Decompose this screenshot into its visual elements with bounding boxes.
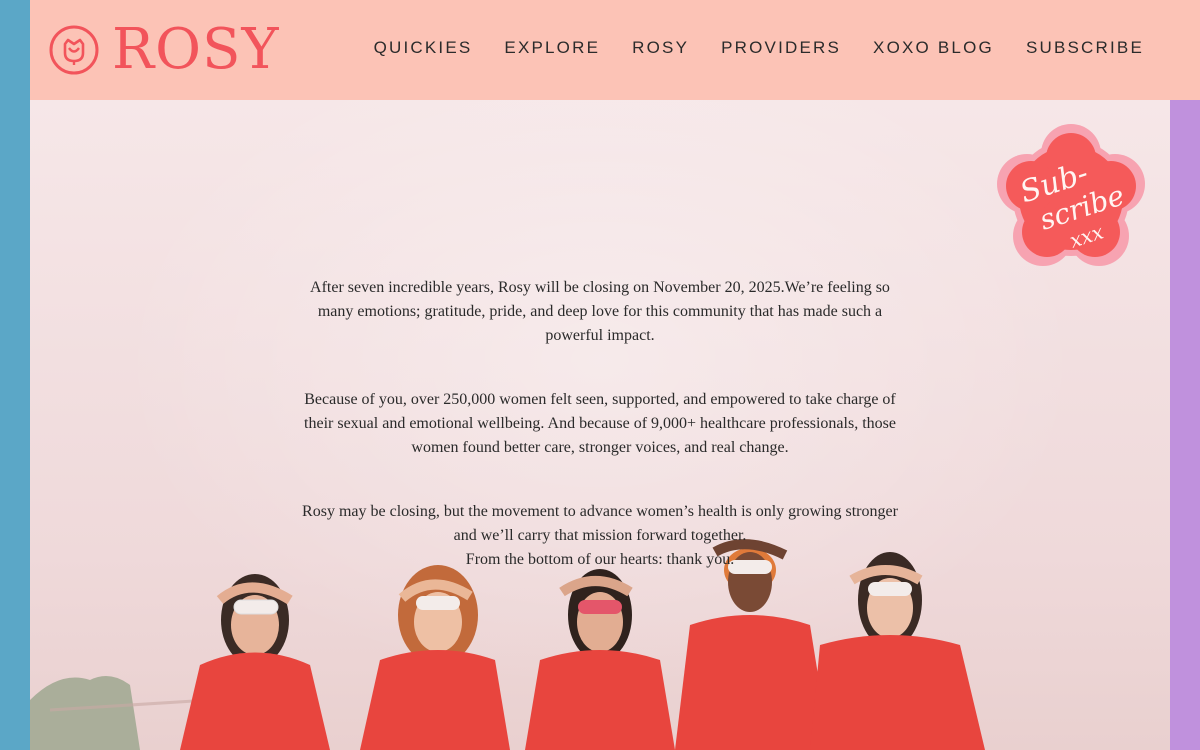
nav-item-subscribe[interactable]: SUBSCRIBE xyxy=(1026,38,1144,58)
announcement-paragraph-1: After seven incredible years, Rosy will … xyxy=(310,279,890,344)
site-header: ROSY QUICKIES EXPLORE ROSY PROVIDERS XOX… xyxy=(30,0,1200,100)
nav-item-explore[interactable]: EXPLORE xyxy=(504,38,600,58)
subscribe-flower-sticker[interactable]: Sub- scribe xxx xyxy=(995,122,1147,274)
closing-announcement: After seven incredible years, Rosy will … xyxy=(300,276,900,572)
right-color-bar xyxy=(1170,100,1200,750)
announcement-thank-you: From the bottom of our hearts: thank you… xyxy=(465,551,735,568)
announcement-paragraph-3: Rosy may be closing, but the movement to… xyxy=(300,500,900,572)
nav-item-providers[interactable]: PROVIDERS xyxy=(721,38,841,58)
hero-section: After seven incredible years, Rosy will … xyxy=(30,100,1170,750)
rosy-logo[interactable]: ROSY xyxy=(48,20,279,80)
nav-item-xoxo-blog[interactable]: XOXO BLOG xyxy=(873,38,994,58)
announcement-paragraph-2: Because of you, over 250,000 women felt … xyxy=(304,391,896,456)
brand-name: ROSY xyxy=(112,17,280,82)
nav-item-quickies[interactable]: QUICKIES xyxy=(374,38,473,58)
main-nav: QUICKIES EXPLORE ROSY PROVIDERS XOXO BLO… xyxy=(342,38,1144,58)
nav-item-rosy[interactable]: ROSY xyxy=(632,38,689,58)
left-color-bar xyxy=(0,0,30,750)
rose-icon xyxy=(49,25,99,75)
announcement-paragraph-3-line-1: Rosy may be closing, but the movement to… xyxy=(302,503,898,544)
